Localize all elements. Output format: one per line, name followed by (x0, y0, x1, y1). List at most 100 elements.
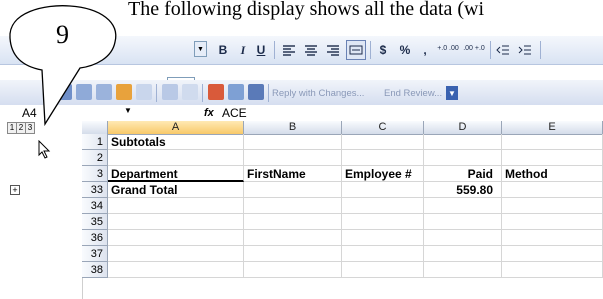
track-changes-icon[interactable] (208, 84, 224, 100)
grid-cell[interactable] (502, 246, 603, 262)
previous-comment-icon[interactable] (76, 84, 92, 100)
grid-cell[interactable] (424, 230, 502, 246)
italic-button[interactable]: I (236, 41, 250, 59)
show-all-comments-icon[interactable] (136, 84, 152, 100)
grid-cell[interactable]: Grand Total (108, 182, 244, 198)
name-box[interactable]: A4 (22, 105, 122, 121)
grid-cell[interactable] (424, 150, 502, 166)
grid-cell[interactable] (108, 198, 244, 214)
grid-cell[interactable] (108, 262, 244, 278)
column-header-e[interactable]: E (502, 121, 603, 134)
row-header[interactable]: 34 (82, 198, 108, 214)
grid-cell[interactable] (342, 134, 424, 150)
grid-cell[interactable] (244, 230, 342, 246)
percent-button[interactable]: % (398, 41, 412, 59)
toolbar-options-icon[interactable]: ▼ (446, 86, 458, 100)
align-center-icon[interactable] (302, 41, 320, 59)
grid-cell[interactable] (244, 214, 342, 230)
name-box-dropdown-icon[interactable]: ▼ (124, 106, 132, 115)
row-header[interactable]: 36 (82, 230, 108, 246)
send-mail-icon[interactable] (248, 84, 264, 100)
align-left-icon[interactable] (280, 41, 298, 59)
grid-cell[interactable] (342, 230, 424, 246)
grid-cell[interactable] (244, 182, 342, 198)
grid-cell[interactable] (424, 246, 502, 262)
grid-cell[interactable] (108, 246, 244, 262)
grid-cell[interactable] (108, 150, 244, 166)
currency-button[interactable]: $ (376, 41, 390, 59)
row-header[interactable]: 2 (82, 150, 108, 166)
comma-button[interactable]: , (420, 41, 430, 59)
grid-cell[interactable] (108, 230, 244, 246)
grid-cell[interactable] (244, 134, 342, 150)
grid-cell[interactable]: Paid (424, 166, 502, 182)
grid-cell[interactable] (424, 262, 502, 278)
row-header[interactable]: 33 (82, 182, 108, 198)
column-header-a[interactable]: A (108, 121, 244, 134)
grid-cell[interactable] (502, 262, 603, 278)
grid-cell[interactable] (502, 134, 603, 150)
column-header-row: A B C D E (82, 121, 603, 135)
grid-cell[interactable] (244, 262, 342, 278)
grid-cell[interactable] (502, 230, 603, 246)
worksheet-grid: 1 2 3 A B C D E 1 Subtotals 2 3 Department Fi… (0, 121, 603, 299)
row-header[interactable]: 1 (82, 134, 108, 150)
grid-cell[interactable] (342, 150, 424, 166)
grid-cell[interactable] (342, 198, 424, 214)
grid-cell[interactable]: FirstName (244, 166, 342, 182)
grid-cell[interactable]: Employee # (342, 166, 424, 182)
merge-center-icon[interactable] (346, 40, 366, 60)
grid-cell[interactable] (502, 214, 603, 230)
update-file-icon[interactable] (228, 84, 244, 100)
decrease-indent-icon[interactable] (494, 41, 512, 59)
increase-decimal-button[interactable]: +.0 .00 (436, 40, 460, 58)
row-header[interactable]: 38 (82, 262, 108, 278)
grid-cell[interactable]: Subtotals (108, 134, 244, 150)
formula-value[interactable]: ACE (222, 105, 247, 121)
next-comment-icon[interactable] (96, 84, 112, 100)
grid-cell[interactable] (502, 198, 603, 214)
grid-cell[interactable] (424, 198, 502, 214)
fx-icon[interactable]: fx (204, 105, 214, 121)
underline-button[interactable]: U (254, 41, 268, 59)
grid-cell[interactable] (342, 246, 424, 262)
bold-button[interactable]: B (216, 41, 230, 59)
grid-cell[interactable] (108, 214, 244, 230)
toolbar-separator (540, 41, 541, 59)
outline-level-3-button[interactable]: 3 (25, 122, 35, 134)
end-review-button[interactable]: End Review... (384, 84, 442, 102)
grid-cell[interactable] (244, 198, 342, 214)
select-all-corner[interactable] (82, 121, 108, 134)
toolbar-separator (268, 84, 269, 102)
row-header[interactable]: 35 (82, 214, 108, 230)
row-header[interactable]: 3 (82, 166, 108, 182)
delete-comment-icon[interactable] (182, 84, 198, 100)
grid-cell[interactable]: Department (108, 166, 244, 182)
grid-cell[interactable] (502, 150, 603, 166)
reply-with-changes-button[interactable]: Reply with Changes... (272, 84, 364, 102)
column-header-c[interactable]: C (342, 121, 424, 134)
toolbar-separator (156, 84, 157, 102)
expand-group-icon[interactable]: + (10, 185, 20, 195)
align-right-icon[interactable] (324, 41, 342, 59)
font-size-dropdown-icon[interactable]: ▼ (194, 41, 207, 57)
grid-cell[interactable] (342, 214, 424, 230)
grid-cell[interactable] (244, 246, 342, 262)
new-comment-icon[interactable] (56, 84, 72, 100)
increase-indent-icon[interactable] (516, 41, 534, 59)
toolbar-separator (274, 41, 275, 59)
grid-cell[interactable] (244, 150, 342, 166)
column-header-d[interactable]: D (424, 121, 502, 134)
show-comment-icon[interactable] (116, 84, 132, 100)
grid-cell[interactable]: Method (502, 166, 603, 182)
hide-comment-icon[interactable] (162, 84, 178, 100)
grid-cell[interactable] (502, 182, 603, 198)
grid-cell[interactable] (342, 182, 424, 198)
row-header[interactable]: 37 (82, 246, 108, 262)
decrease-decimal-button[interactable]: .00 +.0 (462, 40, 486, 58)
grid-cell[interactable] (424, 134, 502, 150)
grid-cell[interactable]: 559.80 (424, 182, 502, 198)
grid-cell[interactable] (342, 262, 424, 278)
grid-cell[interactable] (424, 214, 502, 230)
column-header-b[interactable]: B (244, 121, 342, 134)
